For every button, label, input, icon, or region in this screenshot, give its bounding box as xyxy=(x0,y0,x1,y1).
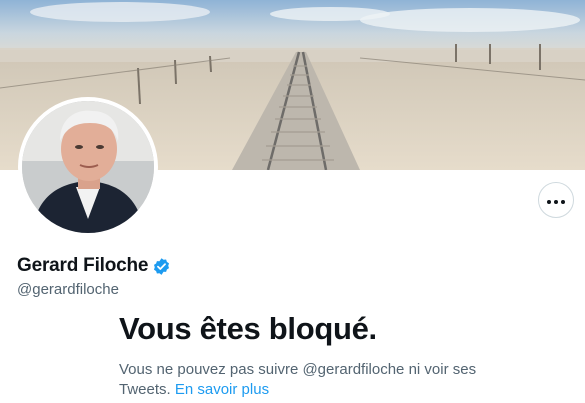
profile-avatar[interactable] xyxy=(18,97,158,237)
blocked-message-text: Vous ne pouvez pas suivre @gerardfiloche… xyxy=(119,361,477,398)
more-options-button[interactable] xyxy=(538,182,574,218)
verified-badge-icon[interactable] xyxy=(152,257,171,276)
blocked-message: Vous ne pouvez pas suivre @gerardfiloche… xyxy=(119,360,489,400)
profile-name-row: Gerard Filoche xyxy=(17,255,171,277)
profile-display-name: Gerard Filoche xyxy=(17,255,149,276)
learn-more-link[interactable]: En savoir plus xyxy=(175,381,269,398)
profile-handle: @gerardfiloche xyxy=(17,281,119,298)
more-options-icon xyxy=(547,191,565,209)
blocked-title: Vous êtes bloqué. xyxy=(119,311,377,346)
